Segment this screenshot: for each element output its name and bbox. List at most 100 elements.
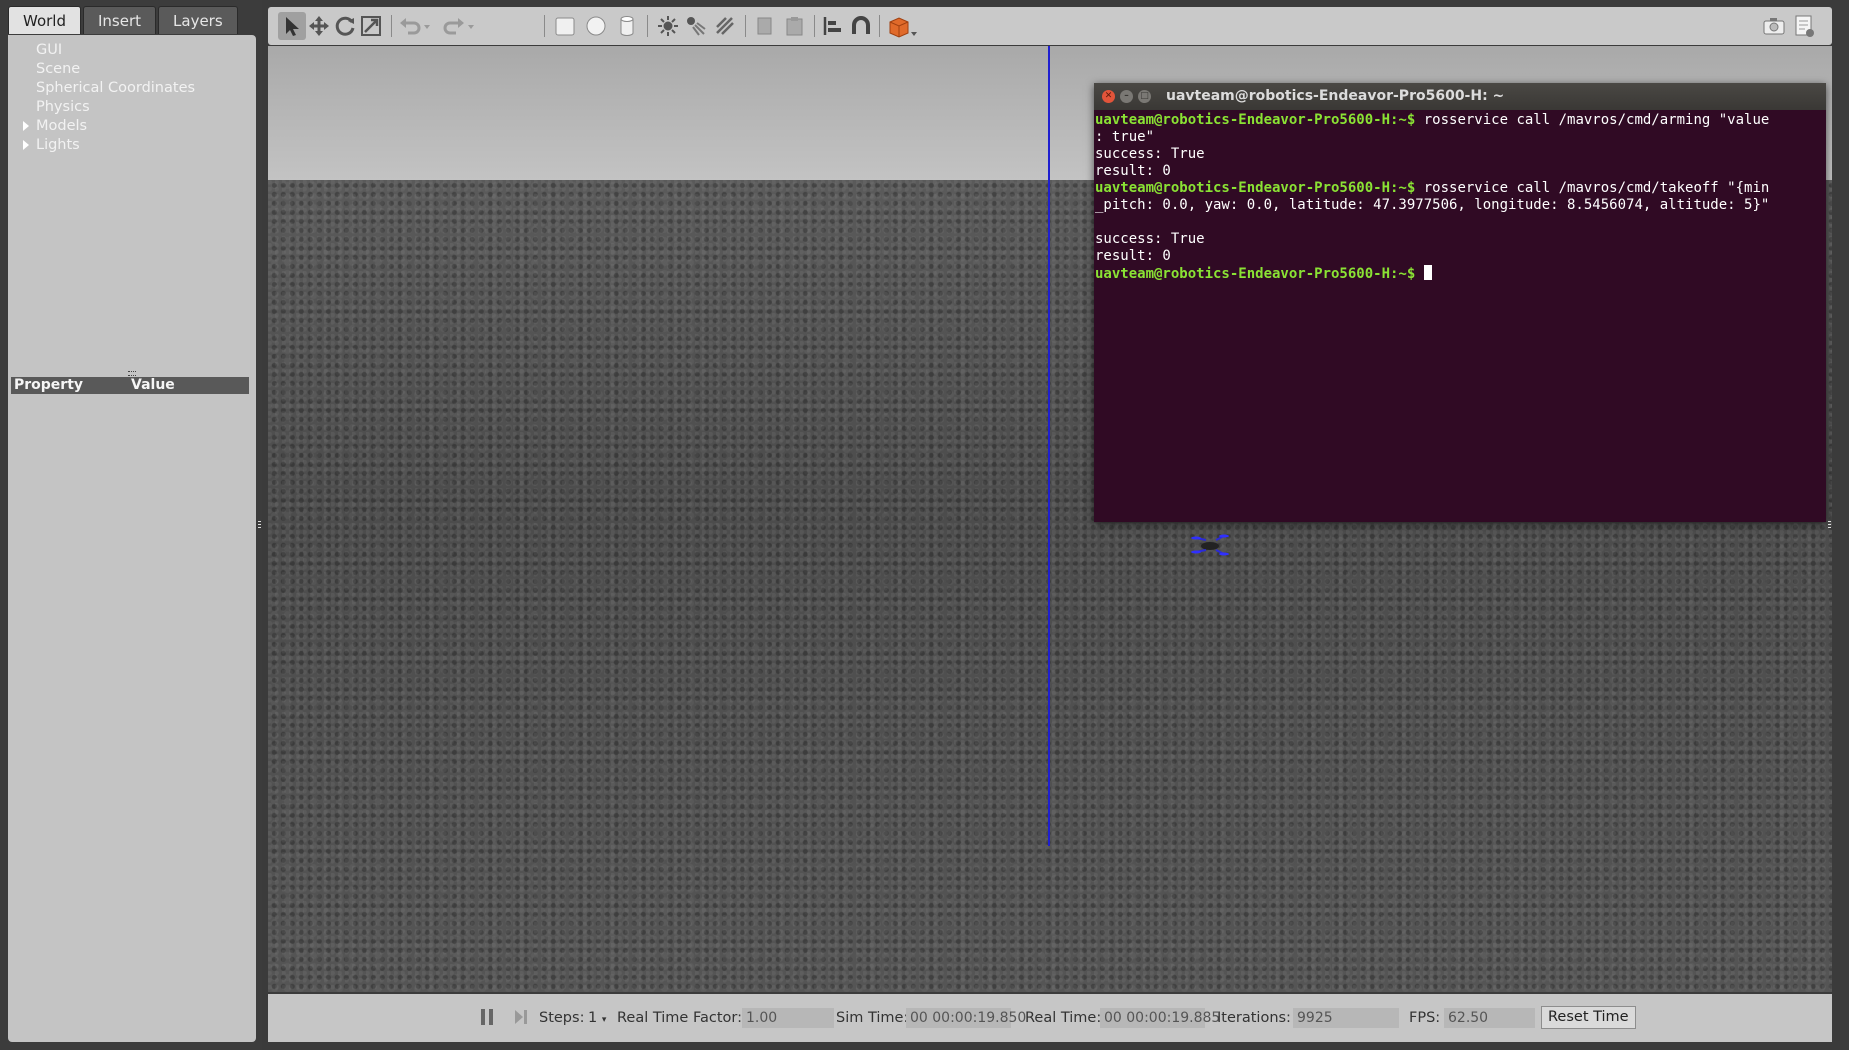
terminal-prompt: uavteam@robotics-Endeavor-Pro5600-H:~$: [1095, 180, 1416, 196]
step-icon[interactable]: [513, 1007, 529, 1027]
view-angle-icon[interactable]: [885, 12, 919, 40]
terminal-line-text: : true": [1095, 129, 1155, 145]
steps-value[interactable]: 1 ▾: [588, 1008, 606, 1030]
screenshot-icon[interactable]: [1760, 12, 1788, 40]
tab-insert[interactable]: Insert: [83, 6, 157, 34]
terminal-line: result: 0: [1095, 248, 1826, 265]
pause-icon[interactable]: [480, 1007, 494, 1027]
z-axis-line: [1048, 46, 1050, 846]
simulation-status-bar: Steps: 1 ▾ Real Time Factor: 1.00 Sim Ti…: [268, 994, 1832, 1042]
terminal-line-text: rosservice call /mavros/cmd/arming "valu…: [1415, 112, 1770, 128]
redo-dropdown-icon[interactable]: [464, 12, 478, 40]
tree-item-scene[interactable]: Scene: [8, 60, 256, 79]
chevron-down-icon[interactable]: ▾: [602, 1015, 607, 1025]
iterations-label: Iterations:: [1217, 1010, 1291, 1026]
scene-viewport[interactable]: ✕ – □ uavteam@robotics-Endeavor-Pro5600-…: [268, 46, 1832, 992]
terminal-line-text: success: True: [1095, 146, 1205, 162]
tree-item-physics[interactable]: Physics: [8, 98, 256, 117]
terminal-output[interactable]: uavteam@robotics-Endeavor-Pro5600-H:~$ r…: [1094, 110, 1826, 283]
sphere-icon[interactable]: [582, 12, 610, 40]
property-column-header[interactable]: Property: [14, 377, 83, 394]
terminal-line: uavteam@robotics-Endeavor-Pro5600-H:~$ r…: [1095, 112, 1826, 129]
terminal-titlebar[interactable]: ✕ – □ uavteam@robotics-Endeavor-Pro5600-…: [1094, 83, 1826, 110]
real-time-factor-value: 1.00: [742, 1008, 834, 1028]
spot-light-icon[interactable]: [682, 12, 710, 40]
undo-dropdown-icon[interactable]: [420, 12, 434, 40]
terminal-line-text: result: 0: [1095, 163, 1171, 179]
tree-item-lights[interactable]: Lights: [8, 136, 256, 155]
align-icon[interactable]: [819, 12, 847, 40]
tree-item-label: Lights: [36, 137, 80, 153]
panel-tabs: World Insert Layers: [8, 6, 240, 35]
tab-layers[interactable]: Layers: [158, 6, 238, 34]
panel-resize-handle[interactable]: [258, 521, 261, 530]
directional-light-icon[interactable]: [711, 12, 739, 40]
quadcopter-model[interactable]: [1190, 528, 1234, 564]
toolbar-separator: [814, 15, 815, 37]
splitter-handle[interactable]: [128, 371, 136, 376]
snap-icon[interactable]: [847, 12, 875, 40]
terminal-line: uavteam@robotics-Endeavor-Pro5600-H:~$ r…: [1095, 180, 1826, 197]
expand-arrow-icon[interactable]: [23, 140, 29, 150]
panel-resize-handle[interactable]: [1828, 521, 1831, 530]
terminal-title: uavteam@robotics-Endeavor-Pro5600-H: ~: [1166, 88, 1505, 104]
terminal-prompt: uavteam@robotics-Endeavor-Pro5600-H:~$: [1095, 266, 1416, 282]
sim-time-value: 00 00:00:19.850: [906, 1008, 1026, 1028]
expand-arrow-icon[interactable]: [23, 121, 29, 131]
close-icon[interactable]: ✕: [1102, 90, 1115, 103]
value-column-header[interactable]: Value: [131, 377, 175, 394]
tree-item-gui[interactable]: GUI: [8, 41, 256, 60]
select-arrow-icon[interactable]: [278, 12, 306, 40]
property-table-header: Property Value: [11, 377, 249, 394]
toolbar-separator: [879, 15, 880, 37]
world-panel: GUI Scene Spherical Coordinates Physics …: [8, 35, 256, 1042]
tree-item-label: Models: [36, 118, 88, 134]
reset-time-button[interactable]: Reset Time: [1541, 1006, 1636, 1029]
box-icon[interactable]: [551, 12, 579, 40]
terminal-line-text: success: True: [1095, 231, 1205, 247]
terminal-line: _pitch: 0.0, yaw: 0.0, latitude: 47.3977…: [1095, 197, 1826, 214]
real-time-value: 00 00:00:19.885: [1100, 1008, 1220, 1028]
copy-icon[interactable]: [751, 12, 779, 40]
rotate-icon[interactable]: [331, 12, 359, 40]
fps-label: FPS:: [1409, 1010, 1441, 1026]
fps-value: 62.50: [1444, 1008, 1535, 1028]
terminal-line-text: _pitch: 0.0, yaw: 0.0, latitude: 47.3977…: [1095, 197, 1770, 213]
toolbar-separator: [391, 15, 392, 37]
toolbar-separator: [745, 15, 746, 37]
maximize-icon[interactable]: □: [1138, 90, 1151, 103]
real-time-factor-label: Real Time Factor:: [617, 1010, 742, 1026]
terminal-window[interactable]: ✕ – □ uavteam@robotics-Endeavor-Pro5600-…: [1094, 83, 1826, 522]
terminal-line-text: rosservice call /mavros/cmd/takeoff "{mi…: [1415, 180, 1770, 196]
terminal-line: uavteam@robotics-Endeavor-Pro5600-H:~$: [1095, 265, 1826, 283]
terminal-line: : true": [1095, 129, 1826, 146]
terminal-line: success: True: [1095, 146, 1826, 163]
cylinder-icon[interactable]: [613, 12, 641, 40]
toolbar: [268, 7, 1832, 45]
log-icon[interactable]: [1790, 12, 1818, 40]
sim-time-label: Sim Time:: [836, 1010, 909, 1026]
tab-world[interactable]: World: [8, 6, 81, 34]
minimize-icon[interactable]: –: [1120, 90, 1133, 103]
scale-icon[interactable]: [357, 12, 385, 40]
tree-item-spherical-coordinates[interactable]: Spherical Coordinates: [8, 79, 256, 98]
world-tree: GUI Scene Spherical Coordinates Physics …: [8, 41, 256, 155]
paste-icon[interactable]: [781, 12, 809, 40]
toolbar-separator: [544, 15, 545, 37]
terminal-line-text: result: 0: [1095, 248, 1171, 264]
terminal-cursor: [1423, 265, 1432, 280]
real-time-label: Real Time:: [1025, 1010, 1102, 1026]
terminal-line: success: True: [1095, 231, 1826, 248]
terminal-prompt: uavteam@robotics-Endeavor-Pro5600-H:~$: [1095, 112, 1416, 128]
left-panel: World Insert Layers GUI Scene Spherical …: [0, 0, 262, 1050]
terminal-line-text: [1415, 266, 1423, 282]
point-light-icon[interactable]: [654, 12, 682, 40]
translate-icon[interactable]: [305, 12, 333, 40]
toolbar-separator: [647, 15, 648, 37]
tree-item-models[interactable]: Models: [8, 117, 256, 136]
terminal-line: result: 0: [1095, 163, 1826, 180]
steps-label: Steps:: [539, 1010, 585, 1026]
steps-value-text: 1: [588, 1010, 598, 1026]
iterations-value: 9925: [1293, 1008, 1399, 1028]
